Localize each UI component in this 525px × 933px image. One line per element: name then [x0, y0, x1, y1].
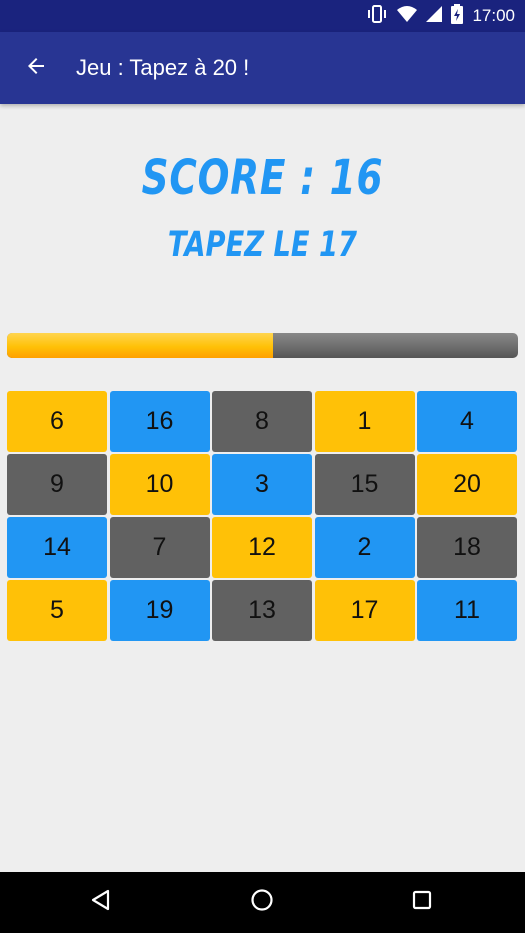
number-tile[interactable]: 6: [7, 391, 107, 452]
nav-home-icon: [250, 888, 274, 917]
number-tile[interactable]: 10: [109, 454, 210, 515]
nav-recents-button[interactable]: [392, 872, 452, 933]
nav-home-button[interactable]: [232, 872, 292, 933]
number-tile[interactable]: 1: [314, 391, 415, 452]
number-tile[interactable]: 20: [417, 454, 517, 515]
number-tile[interactable]: 5: [7, 580, 107, 641]
nav-back-icon: [89, 888, 113, 917]
nav-back-button[interactable]: [71, 872, 131, 933]
progress-bar: [7, 333, 518, 358]
nav-recents-icon: [411, 889, 433, 916]
status-time: 17:00: [472, 6, 515, 25]
number-grid: 6 16 8 1 4 9 10 3 15 20 14 7 12 2 18 5 19 13 17 11: [7, 391, 517, 643]
vibrate-icon: [366, 4, 388, 28]
number-tile[interactable]: 8: [212, 391, 312, 452]
status-icons: 17:00: [366, 0, 515, 32]
number-tile[interactable]: 12: [212, 517, 312, 578]
app-bar: Jeu : Tapez à 20 !: [0, 32, 525, 104]
battery-charging-icon: [451, 3, 464, 29]
progress-fill: [7, 333, 273, 358]
number-tile[interactable]: 3: [212, 454, 312, 515]
number-tile[interactable]: 2: [314, 517, 415, 578]
number-tile[interactable]: 14: [7, 517, 107, 578]
app-title: Jeu : Tapez à 20 !: [76, 55, 250, 80]
number-tile[interactable]: 4: [417, 391, 517, 452]
instruction-text: TAPEZ LE 17: [167, 225, 358, 265]
back-button[interactable]: [18, 50, 54, 86]
signal-icon: [426, 5, 443, 27]
number-tile[interactable]: 11: [417, 580, 517, 641]
score-text: SCORE : 16: [141, 150, 384, 206]
navigation-bar: [0, 872, 525, 933]
number-tile[interactable]: 19: [109, 580, 210, 641]
number-tile[interactable]: 15: [314, 454, 415, 515]
number-tile[interactable]: 18: [417, 517, 517, 578]
number-tile[interactable]: 7: [109, 517, 210, 578]
number-tile[interactable]: 13: [212, 580, 312, 641]
number-tile[interactable]: 16: [109, 391, 210, 452]
wifi-icon: [397, 5, 418, 27]
status-bar: 17:00: [0, 0, 525, 32]
back-arrow-icon: [24, 54, 48, 83]
number-tile[interactable]: 17: [314, 580, 415, 641]
number-tile[interactable]: 9: [7, 454, 107, 515]
